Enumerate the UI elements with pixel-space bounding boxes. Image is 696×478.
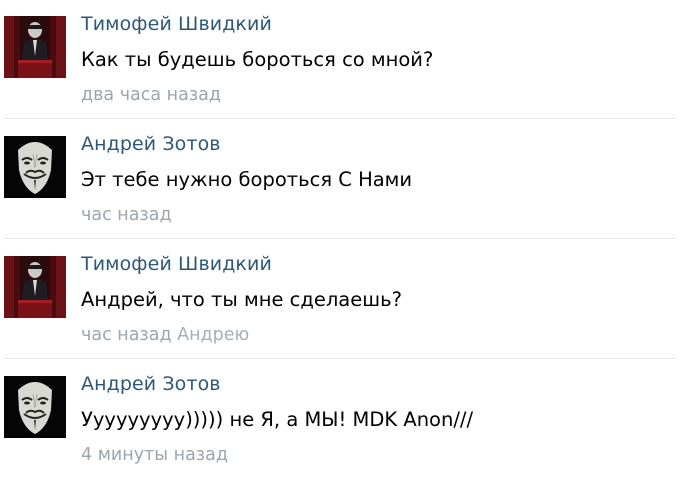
avatar[interactable]	[4, 136, 66, 198]
comment-item: Андрей Зотов Ууууууууу))))) не Я, а МЫ! …	[0, 360, 696, 478]
comment-meta: час назад Андрею	[81, 325, 249, 345]
comment-author-link[interactable]: Тимофей Швидкий	[81, 253, 272, 275]
comment-timestamp[interactable]: час назад	[81, 325, 172, 345]
comment-timestamp[interactable]: час назад	[81, 205, 172, 225]
avatar[interactable]	[4, 16, 66, 78]
comment-author-link[interactable]: Тимофей Швидкий	[81, 13, 272, 35]
comment-reply-to-link[interactable]: Андрею	[177, 325, 249, 345]
comment-item: Тимофей Швидкий Как ты будешь бороться с…	[0, 0, 696, 118]
comment-text: Андрей, что ты мне сделаешь?	[81, 288, 402, 311]
comment-meta: 4 минуты назад	[81, 445, 228, 465]
comment-text: Эт тебе нужно бороться С Нами	[81, 168, 413, 191]
comment-divider	[4, 358, 676, 359]
comment-text: Как ты будешь бороться со мной?	[81, 48, 434, 71]
comment-timestamp[interactable]: 4 минуты назад	[81, 445, 228, 465]
podium-figure-icon	[4, 16, 66, 78]
guy-fawkes-mask-icon	[4, 376, 66, 438]
comment-divider	[4, 238, 676, 239]
comment-timestamp[interactable]: два часа назад	[81, 85, 221, 105]
guy-fawkes-mask-icon	[4, 136, 66, 198]
comment-divider	[4, 118, 676, 119]
comment-author-link[interactable]: Андрей Зотов	[81, 133, 221, 155]
comment-item: Тимофей Швидкий Андрей, что ты мне сдела…	[0, 240, 696, 358]
avatar[interactable]	[4, 376, 66, 438]
comment-meta: два часа назад	[81, 85, 221, 105]
comment-author-link[interactable]: Андрей Зотов	[81, 373, 221, 395]
comment-text: Ууууууууу))))) не Я, а МЫ! MDK Anon///	[81, 408, 474, 431]
comment-meta: час назад	[81, 205, 172, 225]
avatar[interactable]	[4, 256, 66, 318]
comment-item: Андрей Зотов Эт тебе нужно бороться С На…	[0, 120, 696, 238]
podium-figure-icon	[4, 256, 66, 318]
